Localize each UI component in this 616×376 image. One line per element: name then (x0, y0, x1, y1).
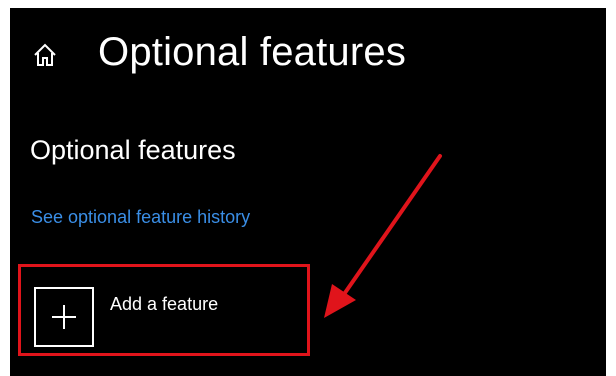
red-arrow-annotation (324, 154, 442, 318)
page-title: Optional features (98, 30, 407, 74)
screenshot-frame: Optional features Optional features See … (0, 0, 616, 376)
feature-history-link[interactable]: See optional feature history (31, 205, 250, 229)
add-feature-label: Add a feature (110, 294, 219, 314)
plus-icon (34, 287, 94, 347)
section-title: Optional features (30, 135, 236, 165)
settings-panel: Optional features Optional features See … (10, 8, 606, 376)
home-icon (34, 43, 56, 66)
add-feature-button[interactable]: Add a feature (18, 264, 310, 356)
home-button[interactable] (30, 40, 60, 70)
